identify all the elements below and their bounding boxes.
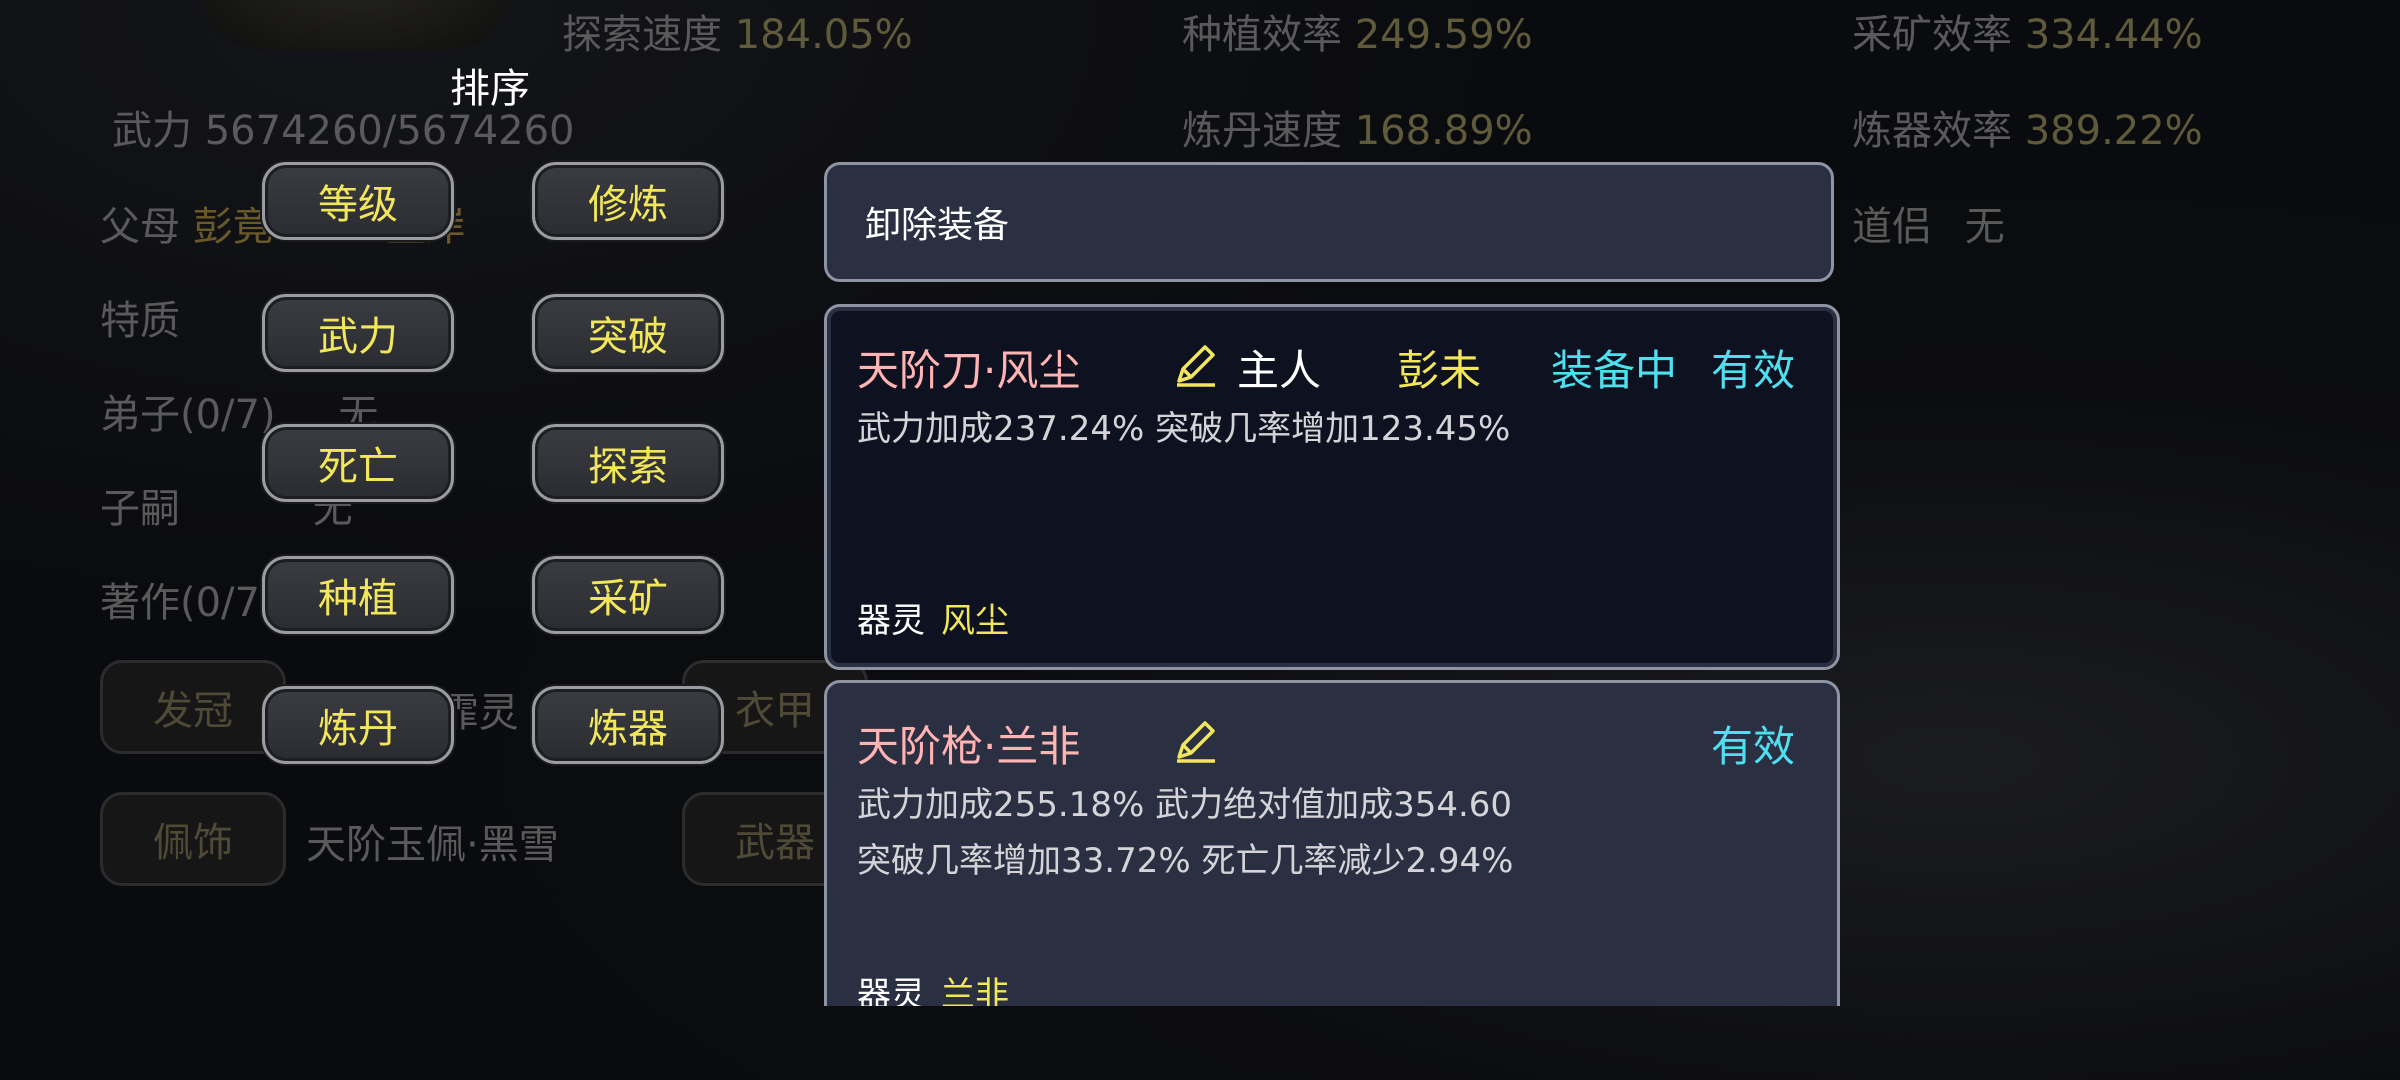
- equipped-status: 装备中: [1551, 346, 1678, 395]
- validity-status: 有效: [1711, 346, 1796, 395]
- owner-name: 彭未: [1397, 346, 1482, 395]
- item-stats: 突破几率增加33.72% 死亡几率减少2.94%: [857, 841, 1514, 881]
- sort-cultivation-button[interactable]: 修炼: [532, 162, 724, 240]
- screen: 探索速度 184.05% 种植效率 249.59% 采矿效率 334.44% 武…: [0, 0, 2400, 1080]
- equipment-card[interactable]: 天阶枪·兰非 有效 武力加成255.18% 武力绝对值加成354.60 突破几率…: [824, 680, 1840, 1006]
- weapon-spirit: 器灵 风尘: [857, 601, 1009, 641]
- character-portrait: [200, 0, 510, 50]
- edit-pencil-icon[interactable]: [1171, 715, 1221, 765]
- mine-efficiency-stat: 采矿效率 334.44%: [1852, 12, 2203, 58]
- sort-level-button[interactable]: 等级: [262, 162, 454, 240]
- sort-title: 排序: [450, 66, 530, 112]
- weapon-spirit: 器灵 兰非: [857, 975, 1009, 1006]
- unequip-label: 卸除装备: [865, 205, 1010, 246]
- sort-plant-button[interactable]: 种植: [262, 556, 454, 634]
- item-name: 天阶枪·兰非: [857, 722, 1081, 771]
- alchemy-speed-stat: 炼丹速度 168.89%: [1182, 108, 1533, 154]
- unequip-button[interactable]: 卸除装备: [824, 162, 1834, 282]
- sort-explore-button[interactable]: 探索: [532, 424, 724, 502]
- explore-speed-stat: 探索速度 184.05%: [562, 12, 913, 58]
- sort-breakthrough-button[interactable]: 突破: [532, 294, 724, 372]
- works-row: 著作(0/7): [100, 580, 276, 626]
- sort-mine-button[interactable]: 采矿: [532, 556, 724, 634]
- sort-power-button[interactable]: 武力: [262, 294, 454, 372]
- forge-efficiency-stat: 炼器效率 389.22%: [1852, 108, 2203, 154]
- plant-efficiency-stat: 种植效率 249.59%: [1182, 12, 1533, 58]
- owner-label: 主人: [1237, 346, 1322, 395]
- item-stats: 武力加成237.24% 突破几率增加123.45%: [857, 409, 1511, 449]
- equipment-card[interactable]: 天阶刀·风尘 主人 彭未 装备中 有效 武力加成237.24% 突破几率增加12…: [824, 304, 1840, 670]
- partner-row: 道侣 无: [1852, 204, 2005, 250]
- edit-pencil-icon[interactable]: [1171, 339, 1221, 389]
- item-stats: 武力加成255.18% 武力绝对值加成354.60: [857, 785, 1513, 825]
- equipment-list-viewport: 天阶枪·兰非 有效 武力加成255.18% 武力绝对值加成354.60 突破几率…: [0, 676, 2400, 1006]
- item-name: 天阶刀·风尘: [857, 346, 1081, 395]
- sort-death-button[interactable]: 死亡: [262, 424, 454, 502]
- validity-status: 有效: [1711, 722, 1796, 771]
